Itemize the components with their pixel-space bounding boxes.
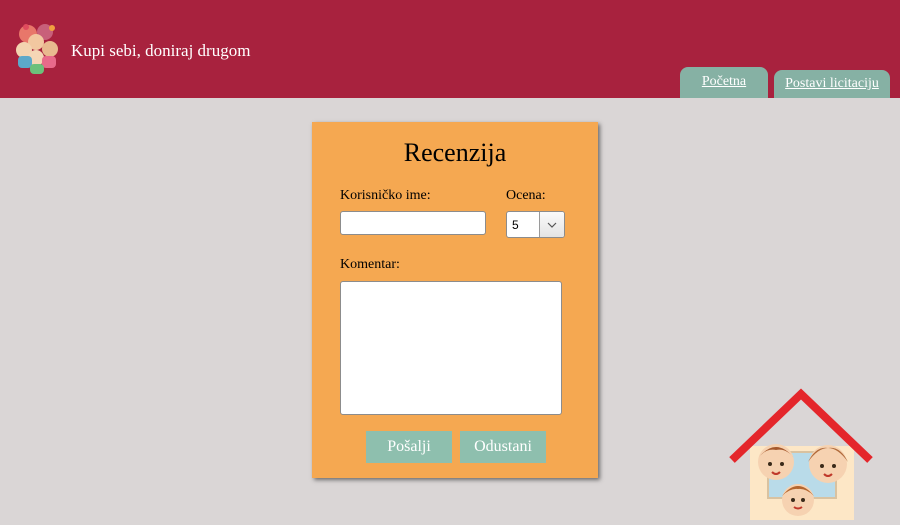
site-title: Kupi sebi, doniraj drugom	[71, 41, 251, 60]
tab-postavi-licitaciju[interactable]: Postavi licitaciju	[774, 70, 890, 98]
rating-selected-value: 5	[512, 218, 519, 232]
cancel-button[interactable]: Odustani	[460, 431, 546, 463]
submit-button[interactable]: Pošalji	[366, 431, 452, 463]
comment-label: Komentar:	[340, 257, 400, 272]
username-input[interactable]	[340, 211, 486, 235]
username-label: Korisničko ime:	[340, 188, 431, 203]
rating-label: Ocena:	[506, 188, 546, 203]
family-house-icon	[728, 388, 874, 520]
rating-select[interactable]: 5	[506, 211, 565, 238]
form-title: Recenzija	[403, 138, 507, 167]
comment-textarea[interactable]	[340, 281, 562, 415]
chevron-down-icon[interactable]	[539, 212, 564, 237]
site-header: Kupi sebi, doniraj drugom Početna Postav…	[0, 0, 900, 98]
tab-pocetna[interactable]: Početna	[680, 67, 768, 98]
review-form: Recenzija Korisničko ime: Ocena: 5 Komen…	[312, 122, 598, 478]
children-group-icon[interactable]	[14, 22, 62, 74]
